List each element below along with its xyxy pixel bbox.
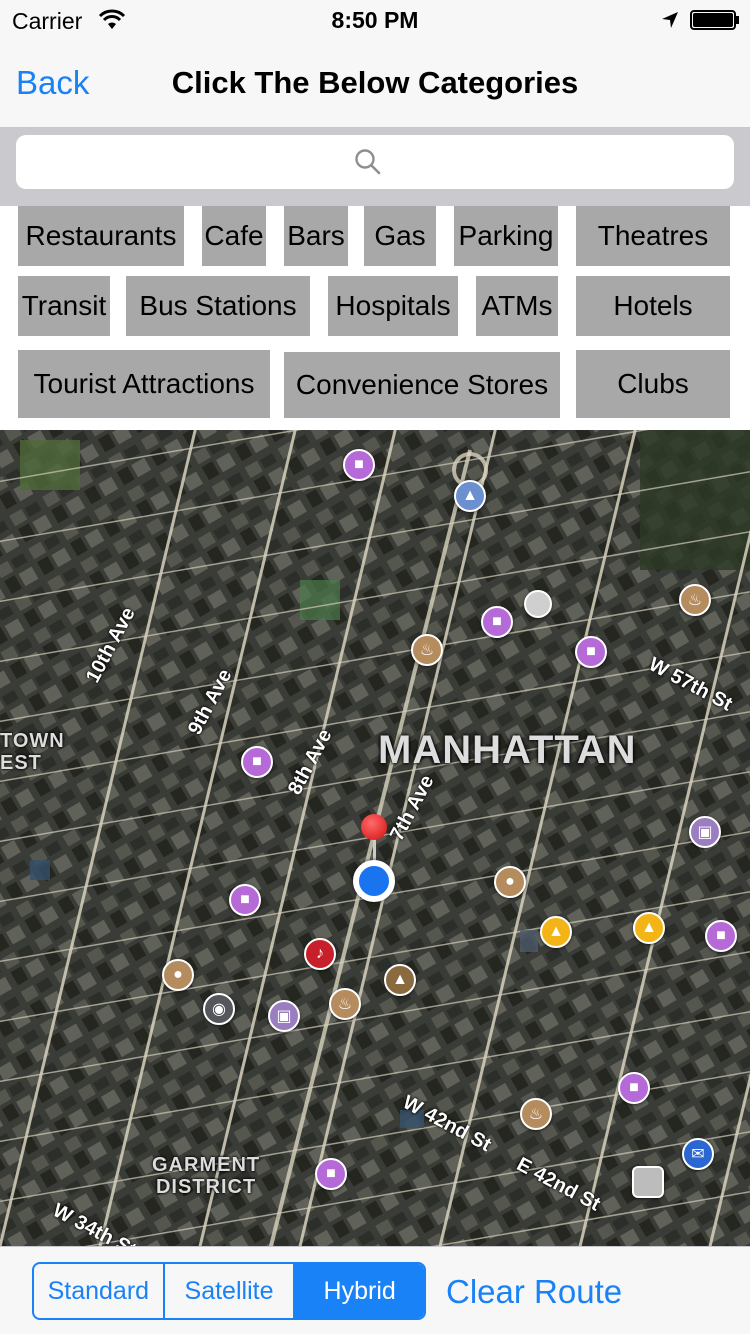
cafe-icon[interactable]: ● [162, 959, 194, 991]
mail-icon[interactable]: ✉ [682, 1138, 714, 1170]
restaurant-icon[interactable]: ♨ [329, 988, 361, 1020]
cafe-icon[interactable]: ● [494, 866, 526, 898]
segment-satellite[interactable]: Satellite [165, 1264, 296, 1318]
train-icon[interactable]: ▣ [268, 1000, 300, 1032]
navigation-bar: Back Click The Below Categories [0, 40, 750, 128]
category-hospitals[interactable]: Hospitals [328, 276, 458, 336]
neighborhood-label: GARMENT DISTRICT [152, 1154, 261, 1198]
hotel-icon[interactable]: ■ [315, 1158, 347, 1190]
restaurant-icon[interactable]: ♨ [520, 1098, 552, 1130]
search-bar [0, 128, 750, 206]
status-bar: Carrier 8:50 PM [0, 0, 750, 40]
shopping-icon[interactable]: ▲ [633, 912, 665, 944]
hotel-icon[interactable]: ■ [241, 746, 273, 778]
hotel-icon[interactable]: ■ [229, 884, 261, 916]
restaurant-icon[interactable]: ♨ [411, 634, 443, 666]
train-icon[interactable]: ▣ [689, 816, 721, 848]
apple-store-icon[interactable] [632, 1166, 664, 1198]
category-clubs[interactable]: Clubs [576, 350, 730, 418]
hotel-icon[interactable]: ■ [705, 920, 737, 952]
hotel-icon[interactable]: ■ [575, 636, 607, 668]
page-title: Click The Below Categories [171, 65, 579, 100]
museum-icon[interactable]: ▲ [454, 480, 486, 512]
category-grid: Restaurants Cafe Bars Gas Parking Theatr… [0, 206, 750, 430]
landmark-icon[interactable] [524, 590, 552, 618]
map-type-segmented-control: Standard Satellite Hybrid [32, 1262, 426, 1320]
category-bars[interactable]: Bars [284, 206, 348, 266]
search-input[interactable] [16, 135, 734, 189]
restaurant-icon[interactable]: ♨ [679, 584, 711, 616]
cinema-icon[interactable]: ◉ [203, 993, 235, 1025]
district-label: MANHATTAN [378, 728, 637, 772]
status-time: 8:50 PM [331, 7, 419, 33]
category-tourist-attractions[interactable]: Tourist Attractions [18, 350, 270, 418]
battery-icon [690, 10, 739, 30]
user-location-icon [353, 860, 395, 902]
location-arrow-icon [662, 12, 678, 28]
category-theatres[interactable]: Theatres [576, 206, 730, 266]
category-gas[interactable]: Gas [364, 206, 436, 266]
hotel-icon[interactable]: ■ [481, 606, 513, 638]
category-parking[interactable]: Parking [454, 206, 558, 266]
category-restaurants[interactable]: Restaurants [18, 206, 184, 266]
bottom-toolbar: Standard Satellite Hybrid Clear Route [0, 1246, 750, 1334]
map-view[interactable]: 10th Ave 9th Ave 8th Ave 7th Ave W 57th … [0, 430, 750, 1246]
school-icon[interactable]: ▲ [384, 964, 416, 996]
category-convenience-stores[interactable]: Convenience Stores [284, 352, 560, 418]
segment-standard[interactable]: Standard [34, 1264, 165, 1318]
shopping-icon[interactable]: ▲ [540, 916, 572, 948]
category-atms[interactable]: ATMs [476, 276, 558, 336]
category-hotels[interactable]: Hotels [576, 276, 730, 336]
music-icon[interactable]: ♪ [304, 938, 336, 970]
category-cafe[interactable]: Cafe [202, 206, 266, 266]
clear-route-button[interactable]: Clear Route [446, 1273, 622, 1311]
hotel-icon[interactable]: ■ [343, 449, 375, 481]
map-pin-icon[interactable] [361, 814, 387, 840]
category-transit[interactable]: Transit [18, 276, 110, 336]
segment-hybrid[interactable]: Hybrid [295, 1264, 424, 1318]
search-field[interactable] [16, 135, 734, 189]
neighborhood-label: TOWN EST [0, 730, 65, 774]
category-bus-stations[interactable]: Bus Stations [126, 276, 310, 336]
hotel-icon[interactable]: ■ [618, 1072, 650, 1104]
